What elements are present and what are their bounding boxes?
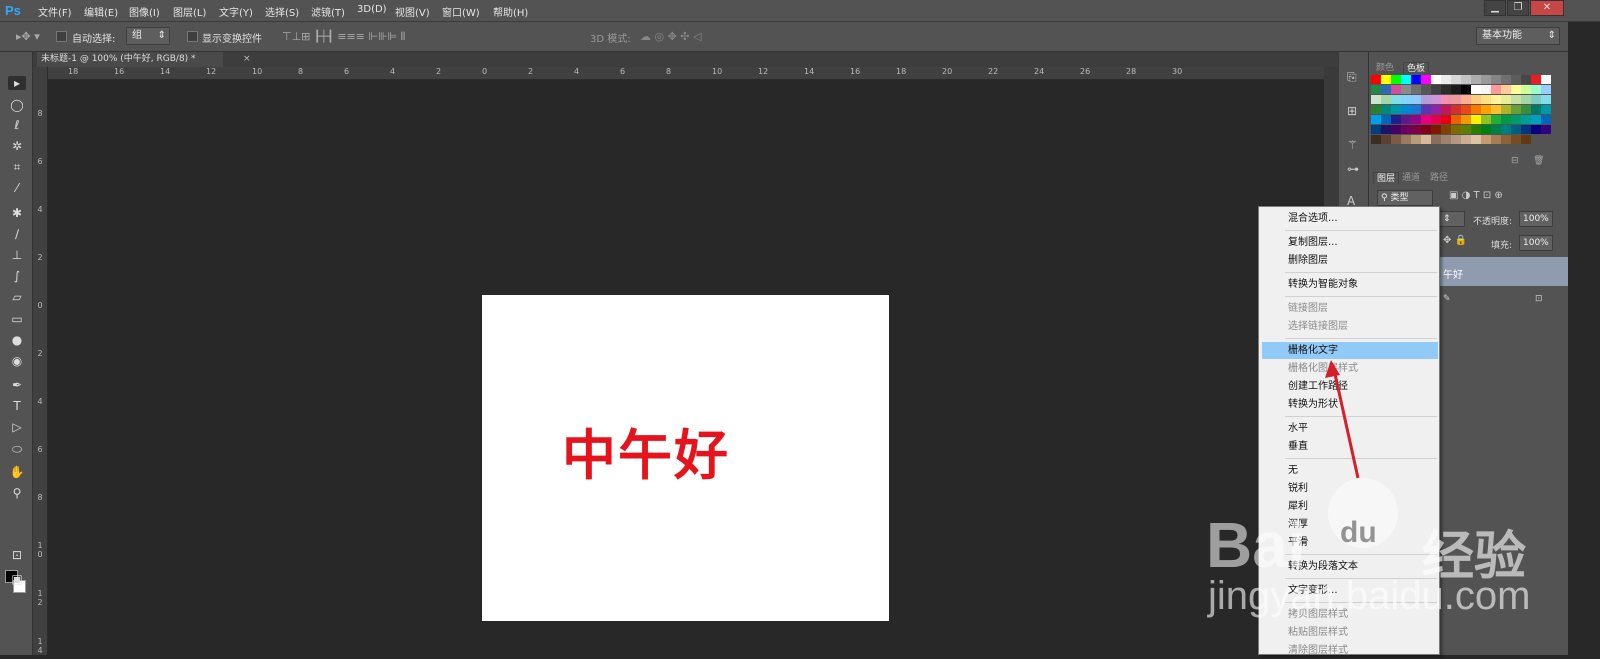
annotation-arrow-head [1325,360,1340,378]
annotation-arrow-line [1331,364,1360,479]
annotation-overlay [1325,360,1360,479]
